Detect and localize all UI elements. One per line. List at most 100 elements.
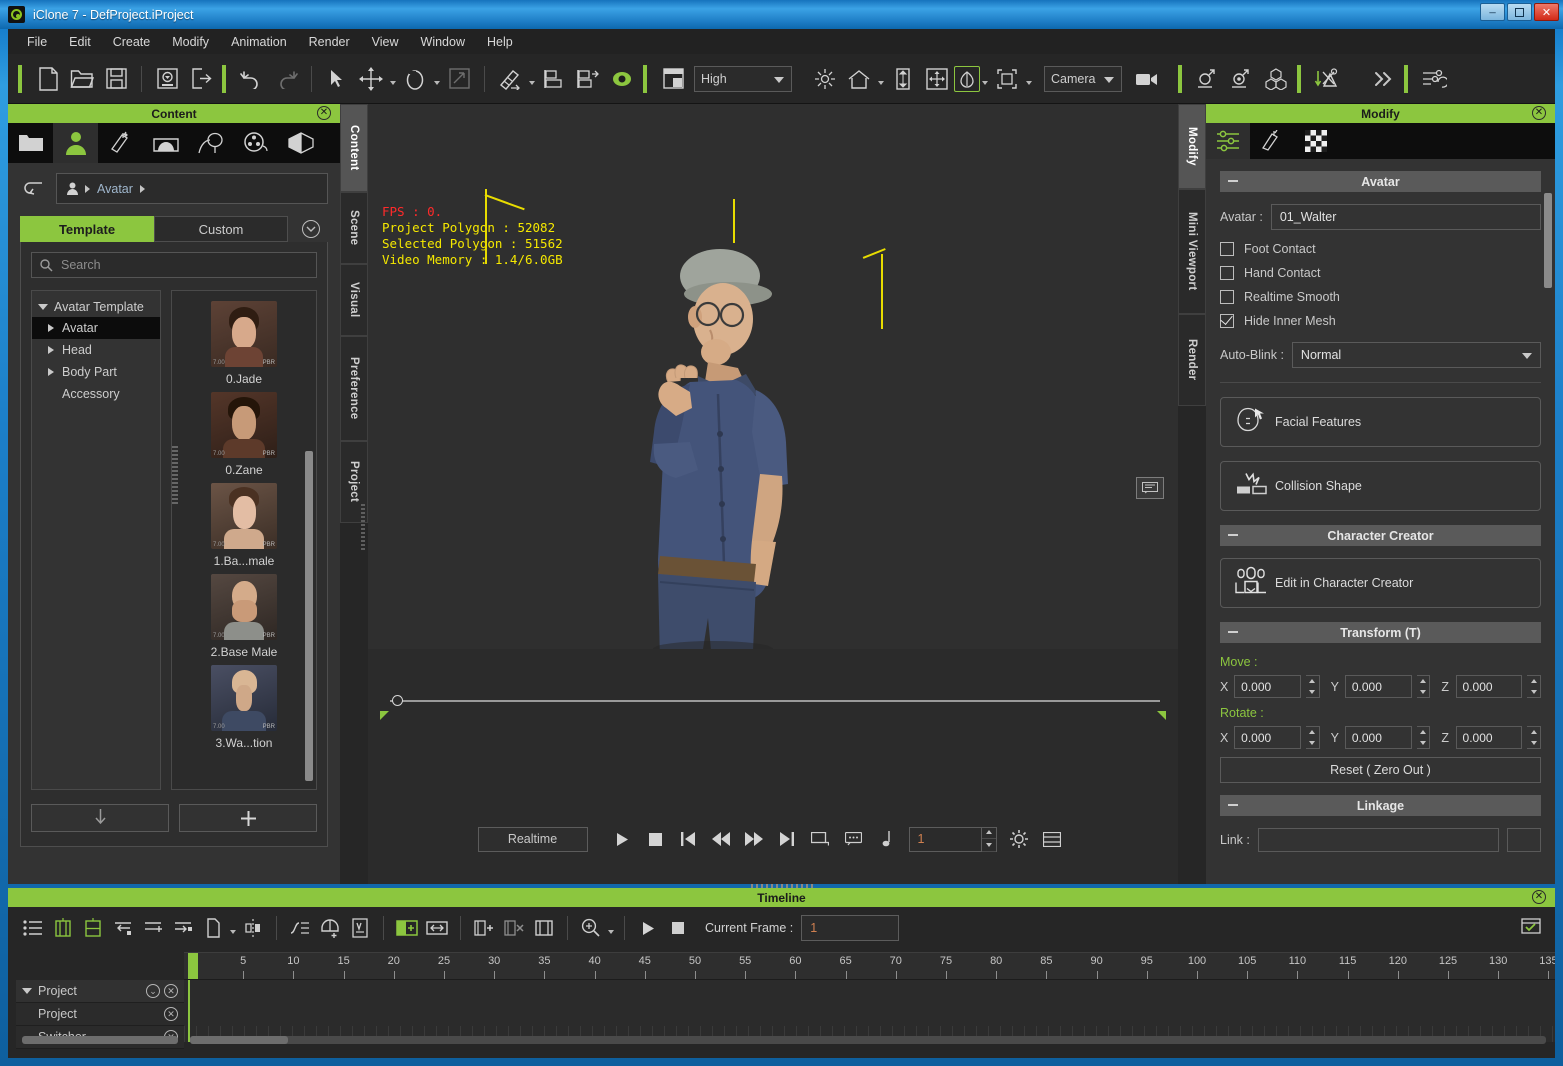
- timeline-track-area[interactable]: [184, 980, 1555, 1042]
- scale-tool-icon[interactable]: [442, 62, 476, 96]
- timeline-play-icon[interactable]: [633, 913, 663, 943]
- list-item[interactable]: 7.00 PBR 0.Jade: [172, 301, 316, 386]
- home-view-icon[interactable]: [842, 62, 876, 96]
- gear-icon[interactable]: [1003, 824, 1036, 854]
- spinner-up[interactable]: [1527, 727, 1540, 738]
- move-y-input[interactable]: 0.000: [1344, 675, 1412, 698]
- list-item[interactable]: 7.00 PBR 0.Zane: [172, 392, 316, 477]
- timeline-ruler[interactable]: 5 10 15 20 25 30 35 40 45 50 55 60 65 70 75 80 85 90 95 100…: [184, 952, 1555, 980]
- list-item[interactable]: 7.00 PBR 1.Ba...male: [172, 483, 316, 568]
- link-pick-button[interactable]: [1507, 828, 1541, 852]
- checkbox-hand-contact[interactable]: Hand Contact: [1220, 266, 1541, 280]
- camera-select[interactable]: Camera: [1044, 65, 1122, 92]
- show-hide-caret-icon[interactable]: [980, 62, 990, 96]
- motion-tab-icon[interactable]: [1250, 123, 1294, 159]
- next-frame-button[interactable]: [738, 824, 771, 854]
- close-icon[interactable]: ✕: [317, 106, 331, 120]
- prev-frame-button[interactable]: [705, 824, 738, 854]
- avatar-icon[interactable]: [53, 123, 98, 163]
- media-icon[interactable]: [233, 123, 278, 163]
- preview-eye-icon[interactable]: [605, 62, 639, 96]
- delete-frames-icon[interactable]: [499, 913, 529, 943]
- checkbox-box[interactable]: [1220, 242, 1234, 256]
- tree-item-head[interactable]: Head: [32, 339, 160, 361]
- redo-icon[interactable]: [269, 62, 303, 96]
- settings-icon[interactable]: [1417, 62, 1451, 96]
- tree-item-accessory[interactable]: Accessory: [32, 383, 160, 405]
- edit-motion-layer-icon[interactable]: [493, 62, 527, 96]
- back-arrow-icon[interactable]: [20, 176, 46, 202]
- link-field[interactable]: [1257, 828, 1499, 852]
- add-transform-key-icon[interactable]: [48, 913, 78, 943]
- timeline-playhead[interactable]: [188, 953, 198, 979]
- import-icon[interactable]: [150, 62, 184, 96]
- checkbox-realtime-smooth[interactable]: Realtime Smooth: [1220, 290, 1541, 304]
- edit-in-character-creator-button[interactable]: Edit in Character Creator: [1220, 558, 1541, 608]
- spinner-down[interactable]: [1306, 738, 1319, 749]
- timeline-options-icon[interactable]: [1517, 914, 1545, 940]
- tree-item-body-part[interactable]: Body Part: [32, 361, 160, 383]
- edit-motion-layer-caret-icon[interactable]: [527, 62, 537, 96]
- section-header-transform[interactable]: Transform (T): [1220, 622, 1541, 643]
- checkbox-box[interactable]: [1220, 266, 1234, 280]
- scene-icon[interactable]: [143, 123, 188, 163]
- rotate-tool-caret-icon[interactable]: [432, 62, 442, 96]
- add-camera-icon[interactable]: [1225, 62, 1259, 96]
- rotate-y-input[interactable]: 0.000: [1344, 726, 1412, 749]
- spinner-down[interactable]: [1417, 687, 1430, 698]
- search-input[interactable]: Search: [31, 252, 317, 278]
- playback-mode-select[interactable]: Realtime: [477, 826, 588, 852]
- rotate-z-input[interactable]: 0.000: [1455, 726, 1523, 749]
- close-icon[interactable]: ✕: [1532, 890, 1546, 904]
- list-icon[interactable]: [1036, 824, 1069, 854]
- new-project-icon[interactable]: [31, 62, 65, 96]
- menu-view[interactable]: View: [361, 32, 410, 52]
- sidebar-item-preference[interactable]: Preference: [340, 336, 368, 441]
- sidebar-item-visual[interactable]: Visual: [340, 264, 368, 336]
- menu-render[interactable]: Render: [298, 32, 361, 52]
- add-button[interactable]: [179, 804, 317, 832]
- avatar-name-field[interactable]: 01_Walter: [1270, 204, 1541, 230]
- mirror-key-icon[interactable]: [238, 913, 268, 943]
- undo-icon[interactable]: [235, 62, 269, 96]
- minimize-button[interactable]: _: [1480, 2, 1505, 21]
- package-icon[interactable]: [278, 123, 323, 163]
- menu-help[interactable]: Help: [476, 32, 524, 52]
- range-marker-start[interactable]: [380, 711, 389, 720]
- spinner-up[interactable]: [1306, 727, 1319, 738]
- spinner-down[interactable]: [1527, 738, 1540, 749]
- render-style-icon[interactable]: [656, 62, 690, 96]
- section-header-linkage[interactable]: Linkage: [1220, 795, 1541, 816]
- frame-object-caret-icon[interactable]: [1024, 62, 1034, 96]
- move-tool-icon[interactable]: [354, 62, 388, 96]
- more-icon[interactable]: [1366, 62, 1400, 96]
- viewport[interactable]: FPS : 0. Project Polygon : 52082 Selecte…: [368, 104, 1178, 884]
- spinner-down[interactable]: [1527, 687, 1540, 698]
- menu-animation[interactable]: Animation: [220, 32, 298, 52]
- timeline-scrubber[interactable]: [380, 691, 1166, 711]
- auto-blink-select[interactable]: Normal: [1291, 342, 1541, 368]
- show-hide-icon[interactable]: [954, 65, 980, 92]
- sidebar-item-modify[interactable]: Modify: [1178, 104, 1206, 189]
- scrubber-handle[interactable]: [392, 695, 403, 706]
- spinner-up[interactable]: [1417, 727, 1430, 738]
- breadcrumb[interactable]: Avatar: [56, 173, 328, 204]
- menu-create[interactable]: Create: [102, 32, 162, 52]
- spinner-up[interactable]: [1417, 676, 1430, 687]
- checkbox-box[interactable]: [1220, 314, 1234, 328]
- collapse-icon[interactable]: [529, 913, 559, 943]
- props-icon[interactable]: [1259, 62, 1293, 96]
- add-sound-icon[interactable]: [315, 913, 345, 943]
- light-icon[interactable]: [808, 62, 842, 96]
- timeline-stop-icon[interactable]: [663, 913, 693, 943]
- close-icon[interactable]: ✕: [164, 984, 178, 998]
- collision-shape-button[interactable]: Collision Shape: [1220, 461, 1541, 511]
- camera-icon[interactable]: [1130, 62, 1164, 96]
- track-list-icon[interactable]: [18, 913, 48, 943]
- menu-modify[interactable]: Modify: [161, 32, 220, 52]
- panel-grip[interactable]: [172, 446, 178, 506]
- track-header-scrollbar[interactable]: [22, 1036, 178, 1044]
- viewport-3d-scene[interactable]: FPS : 0. Project Polygon : 52082 Selecte…: [368, 104, 1178, 649]
- track-area-scrollbar[interactable]: [190, 1036, 1546, 1044]
- chevron-down-circle-icon[interactable]: [302, 220, 320, 238]
